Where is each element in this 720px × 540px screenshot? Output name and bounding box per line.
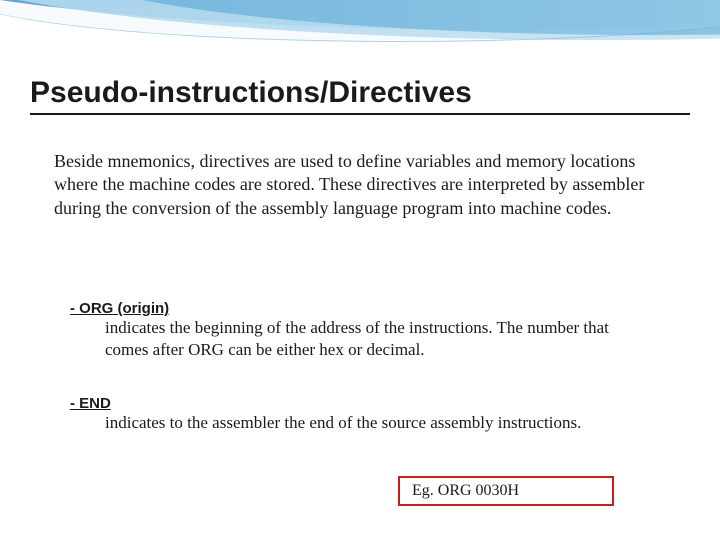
example-text: Eg. ORG 0030H — [412, 482, 519, 500]
section-body: indicates to the assembler the end of th… — [105, 412, 650, 434]
intro-paragraph: Beside mnemonics, directives are used to… — [54, 150, 660, 220]
section-end: - END indicates to the assembler the end… — [70, 395, 660, 434]
wave-shape — [0, 0, 720, 42]
section-heading: - ORG (origin) — [70, 300, 660, 317]
section-body: indicates the beginning of the address o… — [105, 317, 650, 361]
section-org: - ORG (origin) indicates the beginning o… — [70, 300, 660, 361]
section-heading: - END — [70, 395, 660, 412]
example-callout: Eg. ORG 0030H — [398, 476, 614, 506]
slide-title: Pseudo-instructions/Directives — [30, 76, 690, 115]
